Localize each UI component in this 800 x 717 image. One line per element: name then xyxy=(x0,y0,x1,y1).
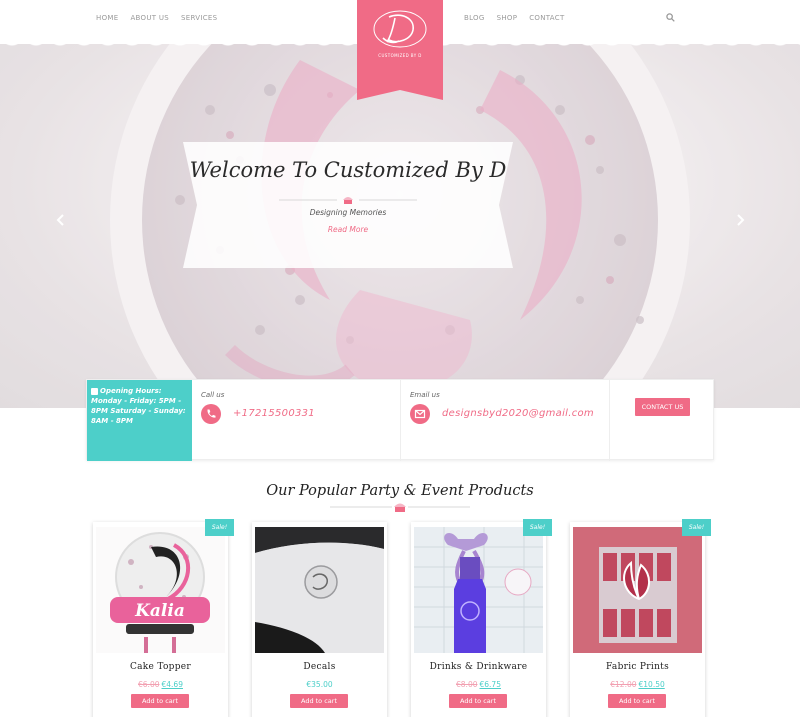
email-us-block: Email us designsbyd2020@gmail.com xyxy=(401,380,609,461)
envelope-icon xyxy=(410,404,430,424)
nav-left: HOME ABOUT US SERVICES xyxy=(96,14,217,22)
product-image[interactable] xyxy=(573,527,702,653)
slider-prev-icon[interactable] xyxy=(56,214,66,226)
product-name[interactable]: Fabric Prints xyxy=(570,662,705,672)
sale-badge: Sale! xyxy=(682,519,711,536)
sale-price: €10.50 xyxy=(638,680,665,689)
add-to-cart-button[interactable]: Add to cart xyxy=(131,694,189,708)
opening-hours-box: Opening Hours: Monday - Friday: 5PM - 8P… xyxy=(87,380,192,461)
products-section-title: Our Popular Party & Event Products xyxy=(266,483,534,499)
cake-topper-image: Kalia xyxy=(96,527,225,653)
cupcake-divider-icon xyxy=(330,503,470,512)
hero-title: Welcome To Customized By D xyxy=(189,158,507,182)
old-price: €8.00 xyxy=(456,680,478,689)
read-more-link[interactable]: Read More xyxy=(183,225,513,234)
email-us-label: Email us xyxy=(410,391,440,399)
sale-price: €4.69 xyxy=(161,680,183,689)
drinkware-image xyxy=(414,527,543,653)
contact-info-bar: Opening Hours: Monday - Friday: 5PM - 8P… xyxy=(86,379,714,461)
product-card[interactable]: Decals €35.00 Add to cart xyxy=(252,522,387,717)
phone-number[interactable]: +17215500331 xyxy=(233,408,315,419)
sale-price: €6.75 xyxy=(479,680,501,689)
email-address[interactable]: designsbyd2020@gmail.com xyxy=(442,408,594,419)
divider xyxy=(609,380,610,461)
calendar-icon xyxy=(91,387,98,395)
nav-item-shop[interactable]: SHOP xyxy=(497,14,518,22)
hero-banner: Welcome To Customized By D Designing Mem… xyxy=(183,142,513,268)
product-grid: Sale! Kalia Cake Topper €6.00 €4.69 Add … xyxy=(93,519,713,717)
logo-monogram-icon xyxy=(373,10,427,48)
sale-badge: Sale! xyxy=(205,519,234,536)
product-price: €35.00 xyxy=(252,680,387,689)
phone-icon xyxy=(201,404,221,424)
product-image[interactable]: Kalia xyxy=(96,527,225,653)
decals-image xyxy=(255,527,384,653)
product-card[interactable]: Sale! Kalia Cake Topper €6.00 €4.69 Add … xyxy=(93,519,234,717)
product-price: €12.00 €10.50 xyxy=(570,680,705,689)
search-icon[interactable] xyxy=(666,13,675,22)
old-price: €12.00 xyxy=(610,680,637,689)
nav-right: BLOG SHOP CONTACT xyxy=(464,14,565,22)
product-image[interactable] xyxy=(255,527,384,653)
nav-item-contact[interactable]: CONTACT xyxy=(529,14,564,22)
nav-item-services[interactable]: SERVICES xyxy=(181,14,217,22)
product-card[interactable]: Sale! Fabric Prints €12.00 €10.50 Add to … xyxy=(570,519,711,717)
opening-hours-text: Monday - Friday: 5PM - 8PM Saturday - Su… xyxy=(91,397,186,425)
call-us-label: Call us xyxy=(201,391,225,399)
product-price: €6.00 €4.69 xyxy=(93,680,228,689)
product-name[interactable]: Drinks & Drinkware xyxy=(411,662,546,672)
product-card[interactable]: Sale! Drinks & Drinkware €8.00 €6.75 Add… xyxy=(411,519,552,717)
hero-subtitle: Designing Memories xyxy=(309,208,387,217)
cupcake-divider-icon xyxy=(279,197,417,204)
nav-item-blog[interactable]: BLOG xyxy=(464,14,485,22)
price: €35.00 xyxy=(306,680,333,689)
add-to-cart-button[interactable]: Add to cart xyxy=(608,694,666,708)
contact-us-button[interactable]: CONTACT US xyxy=(635,398,690,416)
product-name[interactable]: Cake Topper xyxy=(93,662,228,672)
fabric-print-image xyxy=(573,527,702,653)
add-to-cart-button[interactable]: Add to cart xyxy=(290,694,348,708)
logo-text: CUSTOMIZED BY D xyxy=(378,53,422,58)
slider-next-icon[interactable] xyxy=(735,214,745,226)
svg-text:Kalia: Kalia xyxy=(134,601,185,621)
nav-item-about[interactable]: ABOUT US xyxy=(130,14,169,22)
old-price: €6.00 xyxy=(138,680,160,689)
add-to-cart-button[interactable]: Add to cart xyxy=(449,694,507,708)
opening-hours-title: Opening Hours: xyxy=(100,387,162,395)
site-logo[interactable]: CUSTOMIZED BY D xyxy=(357,0,443,100)
product-price: €8.00 €6.75 xyxy=(411,680,546,689)
nav-item-home[interactable]: HOME xyxy=(96,14,118,22)
sale-badge: Sale! xyxy=(523,519,552,536)
page: HOME ABOUT US SERVICES BLOG SHOP CONTACT… xyxy=(0,0,800,717)
product-image[interactable] xyxy=(414,527,543,653)
call-us-block: Call us +17215500331 xyxy=(192,380,400,461)
product-name[interactable]: Decals xyxy=(252,662,387,672)
